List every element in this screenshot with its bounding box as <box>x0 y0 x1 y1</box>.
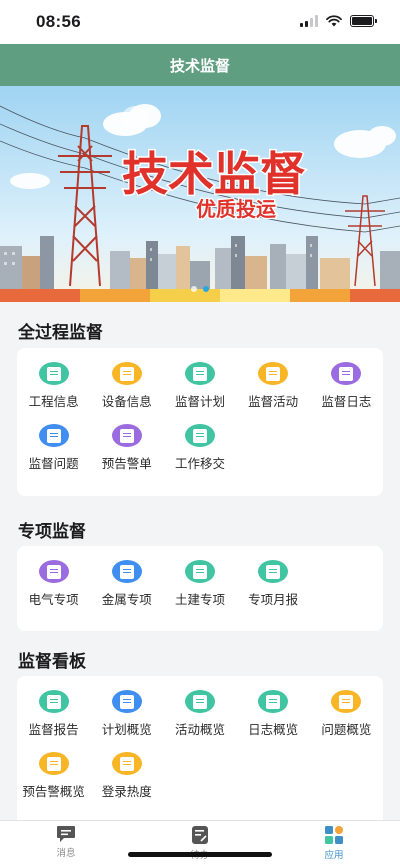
log-book-icon <box>331 362 362 385</box>
app-tile[interactable]: 设备信息 <box>90 348 163 410</box>
status-time: 08:56 <box>36 12 81 31</box>
status-icons <box>300 15 377 27</box>
activity-door-icon <box>184 690 215 713</box>
app-tile[interactable]: 监督日志 <box>310 348 383 410</box>
app-tile[interactable]: 电气专项 <box>17 546 90 608</box>
construction-truck-icon <box>184 560 215 583</box>
app-tile-label: 问题概览 <box>321 723 372 737</box>
banner-title: 技术监督 <box>122 147 306 201</box>
activity-board-icon <box>258 362 289 385</box>
home-indicator <box>128 852 272 857</box>
section-title-special: 专项监督 <box>18 522 86 541</box>
app-tile-label: 工程信息 <box>28 395 79 409</box>
app-tile[interactable]: 工作移交 <box>163 410 236 472</box>
app-tile-label: 监督问题 <box>28 457 79 471</box>
banner-image: 技术监督 优质投运 <box>0 86 400 302</box>
app-tile[interactable]: 监督问题 <box>17 410 90 472</box>
engineer-helmet-icon <box>38 362 69 385</box>
app-tile-label: 工作移交 <box>174 457 225 471</box>
metal-stack-icon <box>111 560 142 583</box>
app-tile-label: 监督活动 <box>248 395 299 409</box>
issue-list-icon <box>331 690 362 713</box>
carousel-dot-active[interactable] <box>203 286 209 292</box>
app-tile-label: 活动概览 <box>174 723 225 737</box>
apps-grid-icon <box>325 826 343 844</box>
monthly-report-icon <box>258 560 289 583</box>
app-tile-label: 电气专项 <box>28 593 79 607</box>
question-doc-icon <box>38 424 69 447</box>
special-grid: 电气专项 金属专项 土建专项 专项月报 <box>17 546 383 608</box>
section-title-board: 监督看板 <box>18 652 86 671</box>
electric-cabinet-icon <box>38 560 69 583</box>
message-icon <box>57 826 75 842</box>
app-tile-label: 土建专项 <box>174 593 225 607</box>
alert-print-icon <box>111 424 142 447</box>
app-tile[interactable]: 工程信息 <box>17 348 90 410</box>
process-card: 工程信息 设备信息 监督计划 监督活动 监督日志监督问题 预告警单 工作移交 <box>17 348 383 496</box>
login-heat-icon <box>111 752 142 775</box>
app-tile-label: 登录热度 <box>101 785 152 799</box>
app-tile[interactable]: 预告警单 <box>90 410 163 472</box>
cellular-signal-icon <box>300 15 318 27</box>
board-card: 监督报告 计划概览 活动概览 日志概览 问题概览预告警概览 登录热度 <box>17 676 383 826</box>
report-helmet-icon <box>38 690 69 713</box>
app-tile[interactable]: 计划概览 <box>90 676 163 738</box>
app-tile-label: 监督计划 <box>174 395 225 409</box>
calendar-plan-icon <box>184 362 215 385</box>
nav-bar: 技术监督 <box>0 44 400 86</box>
app-tile[interactable]: 预告警概览 <box>17 738 90 800</box>
alert-overview-icon <box>38 752 69 775</box>
app-tile[interactable]: 专项月报 <box>237 546 310 608</box>
banner-carousel[interactable]: 技术监督 优质投运 <box>0 86 400 302</box>
section-title-process: 全过程监督 <box>18 323 103 342</box>
device-list-icon <box>111 362 142 385</box>
app-tile[interactable]: 问题概览 <box>310 676 383 738</box>
app-tile-label: 预告警概览 <box>22 785 85 799</box>
handover-door-icon <box>184 424 215 447</box>
app-tile[interactable]: 监督计划 <box>163 348 236 410</box>
log-overview-icon <box>258 690 289 713</box>
app-tile[interactable]: 金属专项 <box>90 546 163 608</box>
tab-label: 应用 <box>324 850 344 861</box>
app-tile-label: 计划概览 <box>101 723 152 737</box>
app-tile[interactable]: 登录热度 <box>90 738 163 800</box>
app-tile-label: 监督日志 <box>321 395 372 409</box>
status-bar: 08:56 <box>0 0 400 44</box>
app-tile-label: 专项月报 <box>248 593 299 607</box>
app-tile[interactable]: 土建专项 <box>163 546 236 608</box>
tab-messages[interactable]: 消息 <box>26 825 106 859</box>
tab-label: 消息 <box>56 848 76 859</box>
app-tile[interactable]: 监督活动 <box>237 348 310 410</box>
plan-clipboard-icon <box>111 690 142 713</box>
app-tile-label: 监督报告 <box>28 723 79 737</box>
carousel-dots[interactable] <box>0 286 400 292</box>
app-tile-label: 设备信息 <box>101 395 152 409</box>
todo-icon <box>192 826 208 844</box>
carousel-dot[interactable] <box>191 286 197 292</box>
app-tile[interactable]: 日志概览 <box>237 676 310 738</box>
app-tile-label: 日志概览 <box>248 723 299 737</box>
tab-bar: 消息 待办 应用 <box>0 820 400 866</box>
board-grid: 监督报告 计划概览 活动概览 日志概览 问题概览预告警概览 登录热度 <box>17 676 383 800</box>
wifi-icon <box>326 15 342 27</box>
page-title: 技术监督 <box>169 57 230 75</box>
tab-apps[interactable]: 应用 <box>294 825 374 861</box>
app-tile[interactable]: 活动概览 <box>163 676 236 738</box>
app-tile-label: 预告警单 <box>101 457 152 471</box>
process-grid: 工程信息 设备信息 监督计划 监督活动 监督日志监督问题 预告警单 工作移交 <box>17 348 383 472</box>
app-tile-label: 金属专项 <box>101 593 152 607</box>
battery-icon <box>350 15 377 27</box>
banner-subtitle: 优质投运 <box>196 197 276 221</box>
special-card: 电气专项 金属专项 土建专项 专项月报 <box>17 546 383 631</box>
app-tile[interactable]: 监督报告 <box>17 676 90 738</box>
